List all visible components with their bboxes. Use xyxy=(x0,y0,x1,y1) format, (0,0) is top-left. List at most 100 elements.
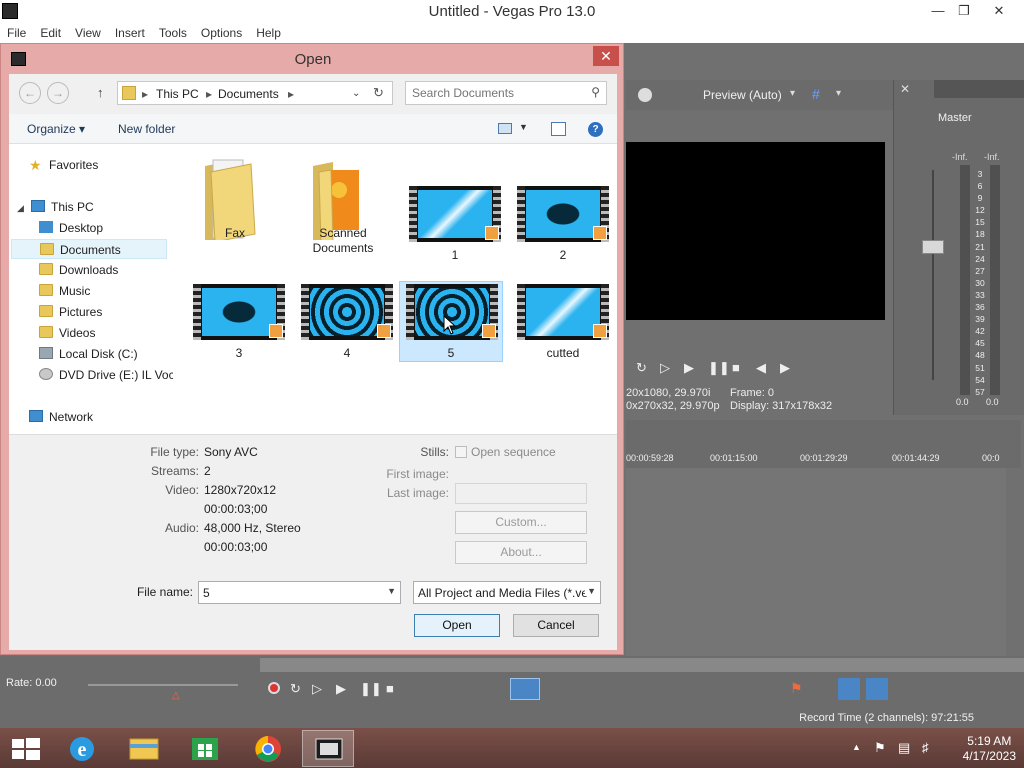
up-arrow-icon[interactable]: ↑ xyxy=(97,85,104,100)
file-name-dropdown-icon[interactable]: ▼ xyxy=(387,586,396,596)
master-fader-handle[interactable] xyxy=(922,240,944,254)
nav-music[interactable]: Music xyxy=(39,281,90,301)
marker-icon[interactable]: ⚑ xyxy=(790,680,803,697)
dialog-close-icon[interactable]: ✕ xyxy=(593,46,619,66)
main-stop-icon[interactable]: ■ xyxy=(386,681,394,696)
panel-close-icon[interactable]: ✕ xyxy=(900,82,910,96)
nav-downloads[interactable]: Downloads xyxy=(39,260,118,280)
refresh-icon[interactable]: ↻ xyxy=(373,85,384,101)
store-icon[interactable] xyxy=(180,730,232,767)
go-end-icon[interactable]: ▶ xyxy=(780,360,790,376)
action-center-icon[interactable]: ⚑ xyxy=(874,740,886,756)
nav-desktop[interactable]: Desktop xyxy=(39,218,103,238)
expand-arrow-icon[interactable]: ◢ xyxy=(17,203,24,214)
file-type-filter[interactable]: All Project and Media Files (*.ve ▼ xyxy=(413,581,601,604)
play-from-start-icon[interactable]: ▷ xyxy=(660,360,670,376)
file-item-scanned-documents[interactable]: Scanned Documents xyxy=(293,150,393,260)
back-arrow-icon[interactable]: ← xyxy=(19,82,41,104)
file-item-cutted[interactable]: cutted xyxy=(513,282,613,364)
search-box[interactable]: ⚲ xyxy=(405,81,607,105)
about-button[interactable]: About... xyxy=(455,541,587,564)
preview-icon[interactable] xyxy=(638,88,652,102)
nav-pictures[interactable]: Pictures xyxy=(39,302,102,322)
close-icon[interactable]: ✕ xyxy=(986,0,1012,22)
overlay-dropdown-icon[interactable]: ▾ xyxy=(836,88,841,99)
nav-this-pc[interactable]: This PC xyxy=(31,197,94,217)
menu-options[interactable]: Options xyxy=(194,24,249,40)
loop-playback-icon[interactable]: ↻ xyxy=(290,681,301,697)
breadcrumb-separator-icon[interactable]: ▸ xyxy=(142,87,148,101)
main-play-icon[interactable]: ▶ xyxy=(336,681,346,697)
open-sequence-checkbox[interactable] xyxy=(455,446,467,458)
breadcrumb-separator-icon[interactable]: ▸ xyxy=(288,87,294,101)
file-item-fax[interactable]: Fax xyxy=(185,150,285,246)
file-item-3[interactable]: 3 xyxy=(189,282,289,364)
breadcrumb-documents[interactable]: Documents xyxy=(218,87,279,101)
preview-pane-icon[interactable] xyxy=(551,122,566,136)
restore-icon[interactable]: ❐ xyxy=(951,0,977,22)
file-explorer-icon[interactable] xyxy=(118,730,170,767)
timeline-scrollbar[interactable] xyxy=(260,658,1024,672)
loop-icon[interactable]: ↻ xyxy=(636,360,647,376)
ripple-edit-icon[interactable] xyxy=(838,678,860,700)
custom-button[interactable]: Custom... xyxy=(455,511,587,534)
timeline-tracks[interactable] xyxy=(626,468,1006,656)
main-pause-icon[interactable]: ❚❚ xyxy=(360,681,382,697)
menu-tools[interactable]: Tools xyxy=(152,24,194,40)
last-image-field[interactable] xyxy=(455,483,587,504)
address-bar[interactable]: ▸ This PC ▸ Documents ▸ ⌄ ↻ xyxy=(117,81,393,105)
taskbar-clock[interactable]: 5:19 AM 4/17/2023 xyxy=(963,734,1016,764)
network-tray-icon[interactable]: ▤ xyxy=(898,740,910,756)
rate-slider[interactable] xyxy=(88,684,238,686)
file-type-dropdown-icon[interactable]: ▼ xyxy=(585,586,596,596)
change-view-icon[interactable] xyxy=(498,123,512,134)
nav-local-disk[interactable]: Local Disk (C:) xyxy=(39,344,138,364)
organize-button[interactable]: Organize ▾ xyxy=(27,122,85,136)
go-start-icon[interactable]: ◀ xyxy=(756,360,766,376)
auto-crossfade-icon[interactable] xyxy=(866,678,888,700)
vegas-taskbar-icon[interactable] xyxy=(302,730,354,767)
play-icon[interactable]: ▶ xyxy=(684,360,694,376)
play-start-icon[interactable]: ▷ xyxy=(312,681,322,697)
file-item-2[interactable]: 2 xyxy=(513,184,613,266)
menu-insert[interactable]: Insert xyxy=(108,24,152,40)
timeline-ruler[interactable]: 00:00:59:28 00:01:15:00 00:01:29:29 00:0… xyxy=(626,420,1021,468)
view-dropdown-icon[interactable]: ▼ xyxy=(519,122,528,132)
nav-favorites[interactable]: ★ Favorites xyxy=(29,155,98,175)
cancel-button[interactable]: Cancel xyxy=(513,614,599,637)
nav-videos[interactable]: Videos xyxy=(39,323,95,343)
nav-documents[interactable]: Documents xyxy=(11,239,167,259)
chrome-icon[interactable] xyxy=(242,730,294,767)
file-item-4[interactable]: 4 xyxy=(297,282,397,364)
menu-help[interactable]: Help xyxy=(249,24,288,40)
normal-edit-tool-icon[interactable] xyxy=(510,678,540,700)
file-item-1[interactable]: 1 xyxy=(405,184,505,266)
open-button[interactable]: Open xyxy=(414,614,500,637)
menu-file[interactable]: File xyxy=(0,24,33,40)
stop-icon[interactable]: ■ xyxy=(732,360,740,375)
record-icon[interactable] xyxy=(268,682,280,694)
search-input[interactable] xyxy=(412,86,582,100)
forward-arrow-icon[interactable]: → xyxy=(47,82,69,104)
new-folder-button[interactable]: New folder xyxy=(118,122,175,136)
rate-slider-handle[interactable]: △ xyxy=(172,690,180,701)
breadcrumb-this-pc[interactable]: This PC xyxy=(156,87,199,101)
menu-view[interactable]: View xyxy=(68,24,108,40)
tray-expand-icon[interactable]: ▲ xyxy=(852,742,861,752)
grid-icon[interactable]: # xyxy=(812,86,820,102)
pause-icon[interactable]: ❚❚ xyxy=(708,360,730,376)
nav-dvd-drive[interactable]: DVD Drive (E:) IL Voc xyxy=(39,365,173,385)
address-history-dropdown-icon[interactable]: ⌄ xyxy=(352,88,360,99)
preview-quality[interactable]: Preview (Auto) xyxy=(703,88,782,102)
nav-network[interactable]: Network xyxy=(29,407,93,427)
minimize-icon[interactable]: — xyxy=(925,0,951,22)
preview-dropdown-icon[interactable]: ▾ xyxy=(790,88,795,99)
internet-explorer-icon[interactable]: e xyxy=(56,730,108,767)
file-name-input[interactable]: 5 ▼ xyxy=(198,581,401,604)
menu-edit[interactable]: Edit xyxy=(33,24,68,40)
help-icon[interactable]: ? xyxy=(588,122,603,137)
start-icon[interactable] xyxy=(0,730,52,767)
search-icon[interactable]: ⚲ xyxy=(591,85,600,99)
breadcrumb-separator-icon[interactable]: ▸ xyxy=(206,87,212,101)
volume-muted-icon[interactable]: ♯ xyxy=(922,740,929,755)
